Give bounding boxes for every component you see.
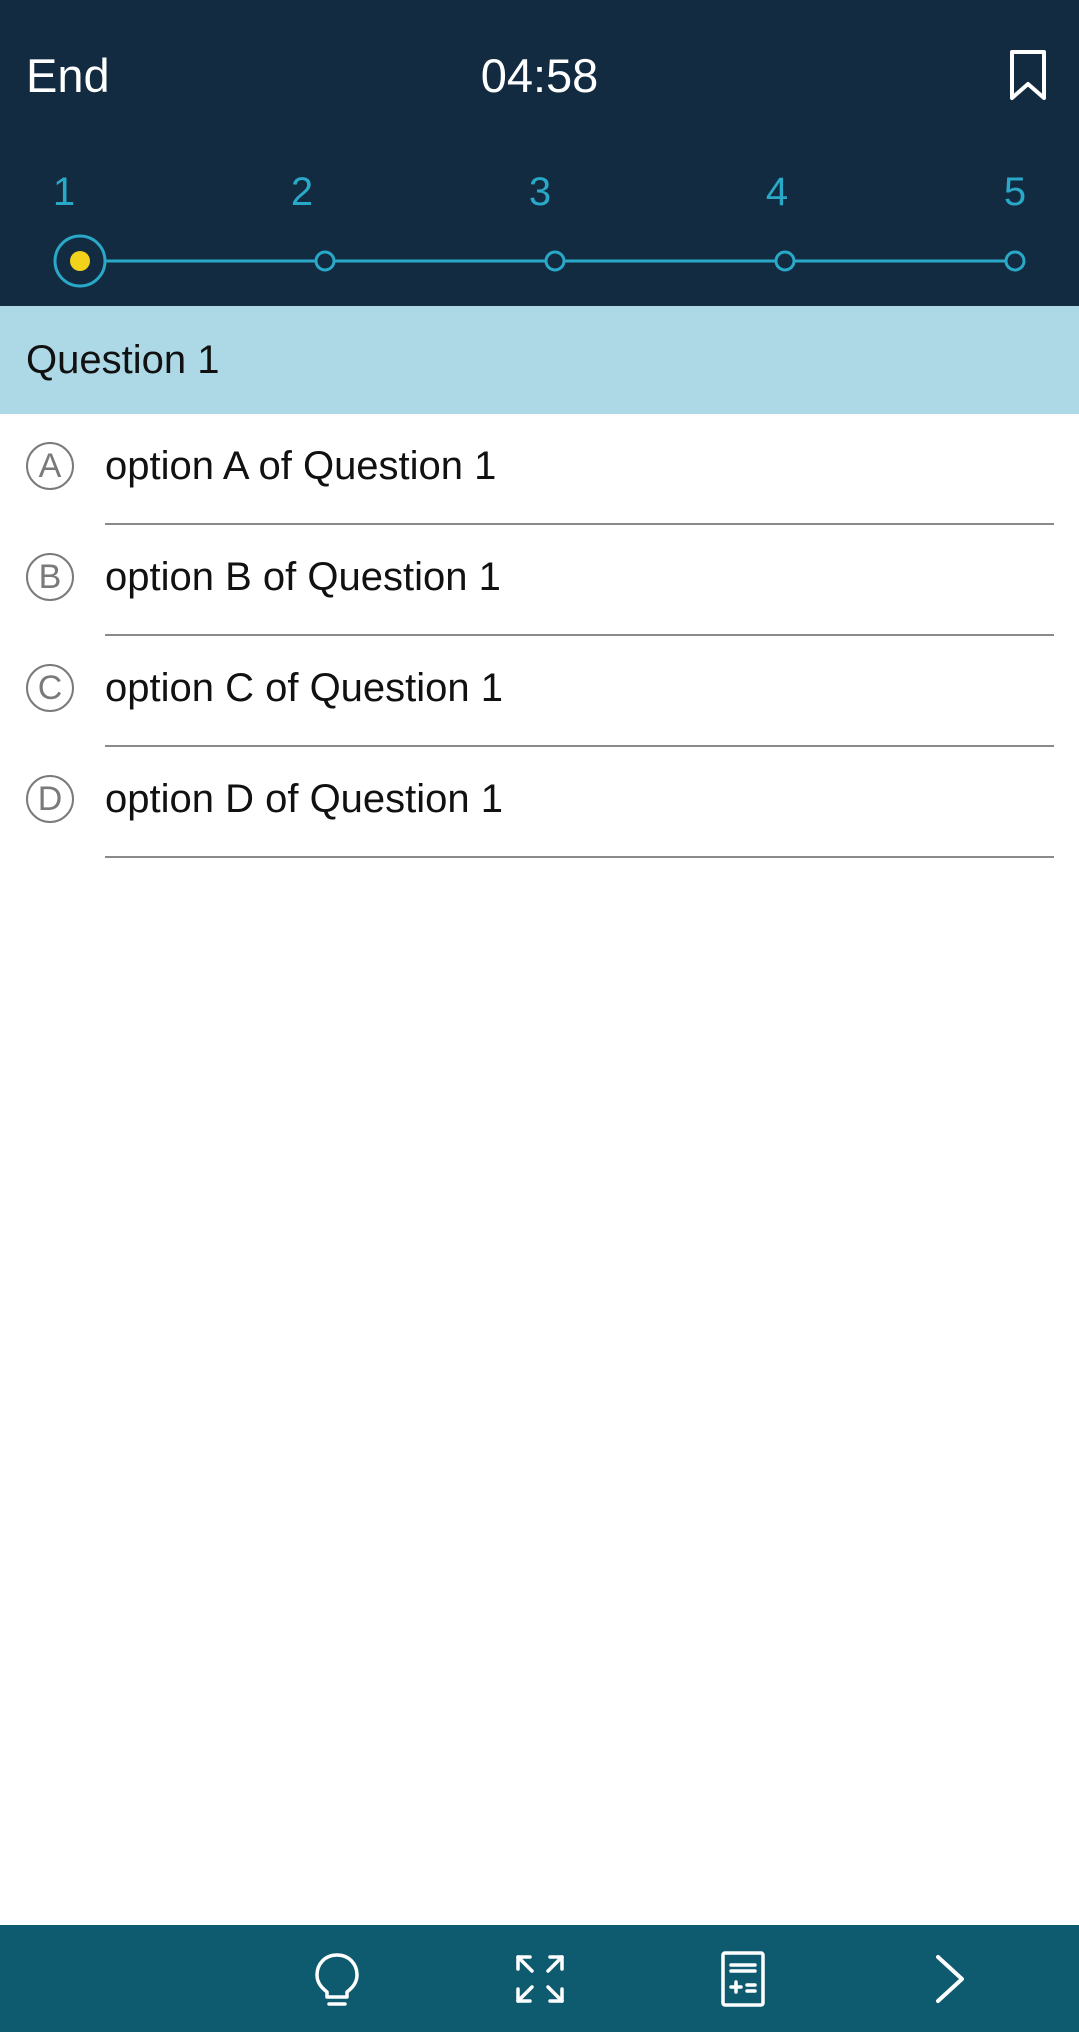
progress-node-5[interactable]: [1004, 250, 1026, 272]
option-text-b: option B of Question 1: [105, 555, 501, 599]
question-header: Question 1: [0, 306, 1079, 414]
option-letter-d: D: [26, 775, 74, 823]
progress-node-4[interactable]: [774, 250, 796, 272]
option-b[interactable]: B option B of Question 1: [0, 525, 1079, 636]
option-letter-b: B: [26, 553, 74, 601]
bookmark-icon[interactable]: [1004, 48, 1052, 102]
option-a[interactable]: A option A of Question 1: [0, 414, 1079, 525]
option-divider: [105, 856, 1054, 858]
progress-node-1[interactable]: [53, 234, 107, 288]
step-label-5[interactable]: 5: [985, 170, 1045, 215]
option-text-a: option A of Question 1: [105, 444, 497, 488]
progress-node-2[interactable]: [314, 250, 336, 272]
question-title: Question 1: [26, 338, 220, 382]
option-text-c: option C of Question 1: [105, 666, 504, 710]
lightbulb-icon[interactable]: [305, 1947, 369, 2011]
option-d[interactable]: D option D of Question 1: [0, 747, 1079, 858]
option-letter-c: C: [26, 664, 74, 712]
calculator-icon[interactable]: [711, 1947, 775, 2011]
step-label-4[interactable]: 4: [747, 170, 807, 215]
option-text-d: option D of Question 1: [105, 777, 504, 821]
top-bar: End 04:58 1 2 3 4 5: [0, 0, 1079, 306]
question-progress-track: [53, 234, 1026, 288]
step-label-1[interactable]: 1: [34, 170, 94, 215]
step-label-2[interactable]: 2: [272, 170, 332, 215]
option-letter-a: A: [26, 442, 74, 490]
progress-node-3[interactable]: [544, 250, 566, 272]
chevron-right-icon[interactable]: [918, 1947, 982, 2011]
step-label-3[interactable]: 3: [510, 170, 570, 215]
option-c[interactable]: C option C of Question 1: [0, 636, 1079, 747]
expand-icon[interactable]: [508, 1947, 572, 2011]
timer: 04:58: [480, 49, 599, 102]
bottom-toolbar: [0, 1925, 1079, 2032]
